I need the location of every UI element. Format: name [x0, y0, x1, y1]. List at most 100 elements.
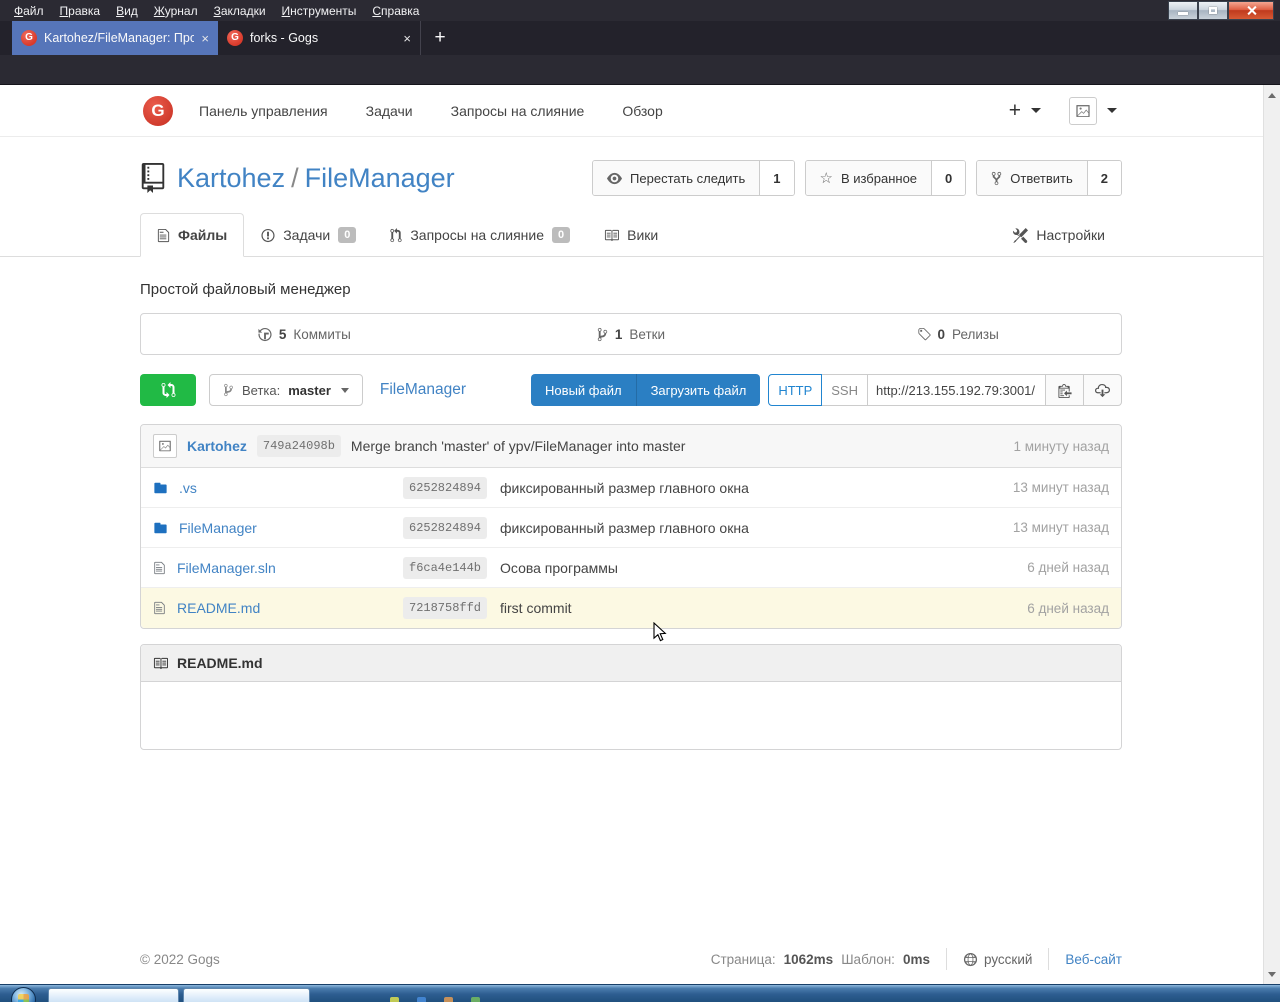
- file-link[interactable]: FileManager: [179, 520, 257, 536]
- commit-message[interactable]: фиксированный размер главного окна: [500, 480, 749, 496]
- commit-time: 13 минут назад: [1013, 480, 1109, 495]
- repo-owner-link[interactable]: Kartohez: [177, 163, 285, 193]
- commit-message[interactable]: Осова программы: [500, 560, 618, 576]
- close-window-button[interactable]: [1228, 1, 1274, 20]
- taskbar-window-button[interactable]: [48, 988, 179, 1002]
- commit-sha-badge[interactable]: 7218758ffd: [403, 597, 487, 619]
- chevron-down-icon[interactable]: [1107, 108, 1117, 113]
- create-new-icon[interactable]: +: [1009, 99, 1021, 123]
- commits-stat[interactable]: 5 Коммиты: [141, 327, 468, 342]
- mouse-cursor: [653, 622, 667, 643]
- browser-tab-forks[interactable]: G forks - Gogs ×: [218, 21, 421, 55]
- table-row[interactable]: .vs 6252824894 фиксированный размер глав…: [141, 468, 1121, 508]
- restore-button[interactable]: [1198, 1, 1228, 20]
- gogs-navbar: G Панель управления Задачи Запросы на сл…: [0, 85, 1263, 137]
- table-row[interactable]: FileManager 6252824894 фиксированный раз…: [141, 508, 1121, 548]
- start-button[interactable]: [11, 987, 36, 1002]
- commit-message[interactable]: Merge branch 'master' of ypv/FileManager…: [351, 438, 685, 454]
- menu-tools[interactable]: Инструменты: [274, 2, 365, 20]
- file-icon: [153, 561, 166, 575]
- unwatch-button[interactable]: Перестать следить: [593, 161, 759, 195]
- tab-files[interactable]: Файлы: [140, 213, 244, 257]
- copy-url-button[interactable]: [1046, 374, 1084, 406]
- avatar[interactable]: [153, 434, 177, 458]
- taskbar-window-button[interactable]: [183, 988, 310, 1002]
- tab-close-icon[interactable]: ×: [403, 31, 411, 46]
- avatar[interactable]: [1069, 97, 1097, 125]
- fork-icon: [991, 171, 1002, 186]
- readme-content: [141, 682, 1121, 749]
- minimize-button[interactable]: [1168, 1, 1198, 20]
- tab-close-icon[interactable]: ×: [201, 31, 209, 46]
- compare-button[interactable]: [140, 374, 196, 406]
- download-archive-button[interactable]: [1084, 374, 1122, 406]
- branch-icon: [223, 383, 234, 397]
- commit-sha-badge[interactable]: 6252824894: [403, 517, 487, 539]
- page-scrollbar[interactable]: [1263, 85, 1280, 984]
- menu-file[interactable]: Файл: [6, 2, 52, 20]
- windows-taskbar[interactable]: [0, 984, 1280, 1002]
- new-file-button[interactable]: Новый файл: [531, 374, 636, 406]
- repo-name-link[interactable]: FileManager: [305, 163, 455, 193]
- star-button[interactable]: ☆ В избранное: [806, 161, 932, 195]
- folder-icon: [153, 481, 168, 495]
- new-tab-button[interactable]: +: [421, 21, 459, 55]
- branches-stat[interactable]: 1 Ветки: [468, 327, 795, 342]
- nav-issues[interactable]: Задачи: [366, 103, 413, 119]
- commit-sha-badge[interactable]: 6252824894: [403, 477, 487, 499]
- table-row[interactable]: FileManager.sln f6ca4e144b Осова програм…: [141, 548, 1121, 588]
- nav-pull-requests[interactable]: Запросы на слияние: [451, 103, 585, 119]
- nav-dashboard[interactable]: Панель управления: [199, 103, 328, 119]
- tab-issues[interactable]: Задачи 0: [244, 213, 373, 257]
- eye-icon: [607, 171, 622, 186]
- releases-stat[interactable]: 0 Релизы: [794, 327, 1121, 342]
- table-row-highlighted[interactable]: README.md 7218758ffd first commit 6 дней…: [141, 588, 1121, 628]
- gogs-logo-icon[interactable]: G: [143, 96, 173, 126]
- menu-bookmarks[interactable]: Закладки: [206, 2, 274, 20]
- breadcrumb[interactable]: FileManager: [380, 381, 466, 399]
- menu-help[interactable]: Справка: [364, 2, 427, 20]
- broken-image-icon: [1075, 103, 1091, 119]
- http-protocol-button[interactable]: HTTP: [768, 374, 822, 406]
- language-selector[interactable]: русский: [963, 952, 1032, 967]
- menu-history[interactable]: Журнал: [146, 2, 206, 20]
- menu-edit[interactable]: Правка: [52, 2, 109, 20]
- page-time-value: 1062ms: [784, 952, 834, 967]
- menu-view[interactable]: Вид: [108, 2, 146, 20]
- upload-file-button[interactable]: Загрузить файл: [636, 374, 761, 406]
- watchers-count[interactable]: 1: [759, 161, 793, 195]
- file-link[interactable]: .vs: [179, 480, 197, 496]
- scroll-down-icon[interactable]: [1264, 966, 1280, 982]
- browser-tab-active[interactable]: G Kartohez/FileManager: Прос ×: [12, 21, 218, 55]
- nav-explore[interactable]: Обзор: [622, 103, 662, 119]
- scroll-up-icon[interactable]: [1264, 87, 1280, 103]
- commit-time: 6 дней назад: [1027, 560, 1109, 575]
- tab-pull-requests[interactable]: Запросы на слияние 0: [373, 213, 587, 257]
- commit-sha-badge[interactable]: 749a24098b: [257, 435, 341, 457]
- ssh-protocol-button[interactable]: SSH: [822, 374, 868, 406]
- forks-count[interactable]: 2: [1087, 161, 1121, 195]
- folder-icon: [153, 521, 168, 535]
- branch-icon: [597, 327, 608, 342]
- tab-title: forks - Gogs: [250, 31, 396, 45]
- book-icon: [153, 656, 168, 671]
- file-link[interactable]: FileManager.sln: [177, 560, 276, 576]
- latest-commit-row: Kartohez 749a24098b Merge branch 'master…: [141, 425, 1121, 468]
- tab-wiki[interactable]: Вики: [587, 213, 675, 257]
- chevron-down-icon[interactable]: [1031, 108, 1041, 113]
- fork-button[interactable]: Ответвить: [977, 161, 1086, 195]
- tab-settings[interactable]: Настройки: [996, 213, 1122, 257]
- commit-message[interactable]: first commit: [500, 600, 572, 616]
- clone-url-input[interactable]: [868, 374, 1046, 406]
- file-link[interactable]: README.md: [177, 600, 260, 616]
- commit-time: 1 минуту назад: [1013, 439, 1109, 454]
- commit-sha-badge[interactable]: f6ca4e144b: [403, 557, 487, 579]
- windows-flag-icon: [18, 994, 29, 1002]
- commit-author-link[interactable]: Kartohez: [187, 438, 247, 454]
- stars-count[interactable]: 0: [931, 161, 965, 195]
- repo-description: Простой файловый менеджер: [140, 281, 1122, 298]
- star-button-group: ☆ В избранное 0: [805, 160, 967, 196]
- branch-dropdown[interactable]: Ветка: master: [209, 374, 363, 406]
- website-link[interactable]: Веб-сайт: [1065, 952, 1122, 967]
- commit-message[interactable]: фиксированный размер главного окна: [500, 520, 749, 536]
